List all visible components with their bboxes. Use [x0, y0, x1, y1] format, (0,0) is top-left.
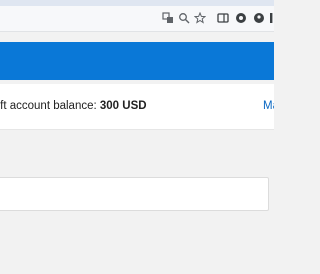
balance-value: 300 USD	[99, 100, 147, 112]
right-nav-link[interactable]: Ma	[263, 100, 274, 112]
app-header-bar	[0, 42, 274, 80]
input-field[interactable]	[0, 177, 269, 211]
zoom-icon[interactable]	[177, 10, 191, 26]
browser-toolbar	[0, 6, 274, 32]
profile-icon[interactable]	[252, 10, 266, 26]
account-balance-bar: soft account balance: 300 USD Ma	[0, 84, 274, 130]
bookmark-star-icon[interactable]	[193, 10, 207, 26]
balance-label: soft account balance:	[0, 100, 97, 112]
translate-icon[interactable]	[161, 10, 175, 26]
extension-icon[interactable]	[234, 10, 248, 26]
menu-icon[interactable]	[268, 10, 274, 26]
account-balance: soft account balance: 300 USD	[0, 100, 147, 112]
sidebar-icon[interactable]	[216, 10, 230, 26]
